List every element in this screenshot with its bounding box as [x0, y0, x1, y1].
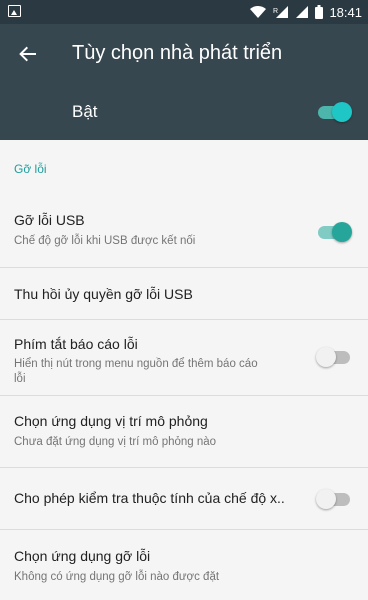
- back-button[interactable]: [14, 40, 42, 68]
- toggle-thumb: [316, 489, 336, 509]
- arrow-back-icon: [19, 46, 36, 62]
- setting-title: Gỡ lỗi USB: [14, 212, 85, 228]
- attribute-inspection-toggle[interactable]: [316, 489, 352, 509]
- status-time: 18:41: [329, 4, 362, 20]
- setting-title: Chọn ứng dụng vị trí mô phỏng: [14, 413, 208, 429]
- setting-revoke-usb-auth[interactable]: Thu hồi ủy quyền gỡ lỗi USB: [0, 268, 368, 320]
- setting-title: Phím tắt báo cáo lỗi: [14, 336, 138, 352]
- setting-debug-app[interactable]: Chọn ứng dụng gỡ lỗi Không có ứng dụng g…: [0, 530, 368, 600]
- usb-debugging-toggle[interactable]: [316, 222, 352, 242]
- bug-report-shortcut-toggle[interactable]: [316, 347, 352, 367]
- setting-bug-report-shortcut[interactable]: Phím tắt báo cáo lỗi Hiển thị nút trong …: [0, 320, 368, 396]
- master-toggle[interactable]: [316, 102, 352, 122]
- status-icons: R 18:41: [249, 2, 362, 22]
- setting-title: Cho phép kiểm tra thuộc tính của chế độ …: [14, 490, 285, 506]
- master-switch-label: Bật: [72, 102, 98, 121]
- signal-icon: [296, 6, 309, 18]
- toggle-thumb: [332, 102, 352, 122]
- app-bar: Tùy chọn nhà phát triển: [0, 24, 368, 84]
- setting-title: Chọn ứng dụng gỡ lỗi: [14, 548, 151, 564]
- master-switch-bar[interactable]: Bật: [0, 84, 368, 140]
- setting-summary: Hiển thị nút trong menu nguồn để thêm bá…: [14, 358, 258, 370]
- svg-text:R: R: [273, 8, 278, 15]
- setting-summary: lỗi: [14, 373, 26, 385]
- battery-icon: [315, 5, 324, 19]
- section-header: Gỡ lỗi: [14, 162, 47, 176]
- status-bar: R 18:41: [0, 0, 368, 24]
- toggle-thumb: [332, 222, 352, 242]
- signal-icon: R: [273, 6, 289, 18]
- wifi-icon: [250, 5, 267, 18]
- setting-title: Thu hồi ủy quyền gỡ lỗi USB: [14, 286, 193, 302]
- setting-summary: Chưa đặt ứng dụng vị trí mô phỏng nào: [14, 436, 217, 448]
- setting-usb-debugging[interactable]: Gỡ lỗi USB Chế độ gỡ lỗi khi USB được kế…: [0, 196, 368, 268]
- setting-mock-location-app[interactable]: Chọn ứng dụng vị trí mô phỏng Chưa đặt ứ…: [0, 396, 368, 468]
- setting-view-attribute-inspection[interactable]: Cho phép kiểm tra thuộc tính của chế độ …: [0, 468, 368, 530]
- toggle-thumb: [316, 347, 336, 367]
- image-icon: [8, 5, 21, 17]
- setting-summary: Không có ứng dụng gỡ lỗi nào được đặt: [14, 571, 220, 583]
- page-title: Tùy chọn nhà phát triển: [72, 42, 283, 64]
- settings-list: Gỡ lỗi Gỡ lỗi USB Chế độ gỡ lỗi khi USB …: [0, 140, 368, 600]
- setting-summary: Chế độ gỡ lỗi khi USB được kết nối: [14, 235, 196, 247]
